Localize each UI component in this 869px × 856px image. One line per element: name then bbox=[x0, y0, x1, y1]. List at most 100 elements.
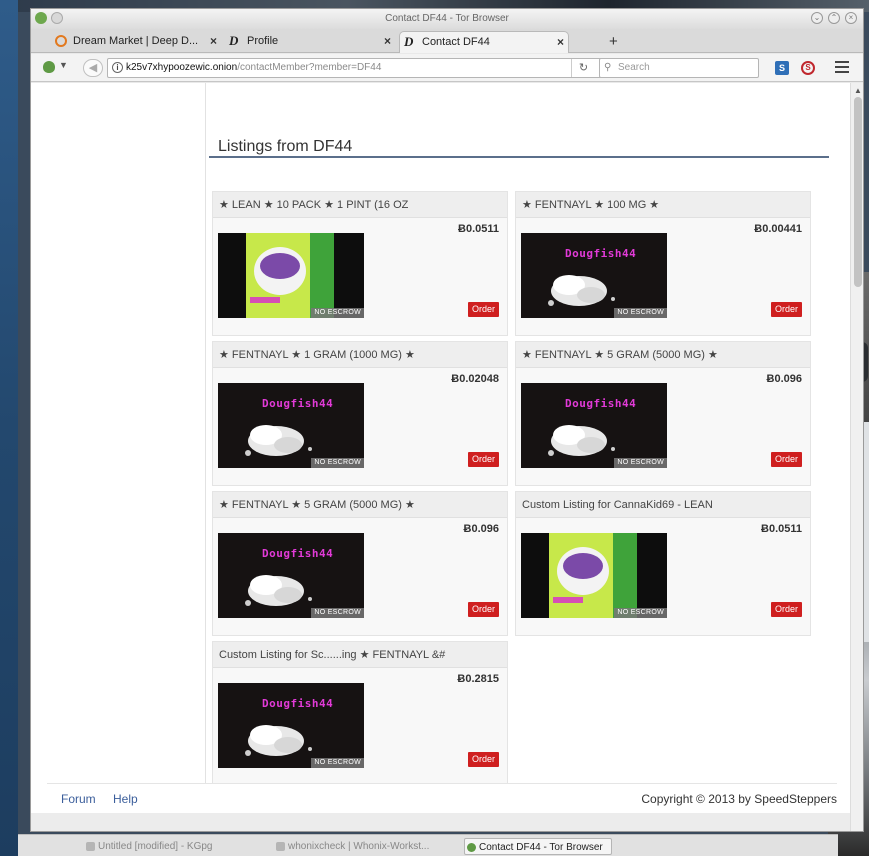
page-viewport: Listings from DF44 ★ LEAN ★ 10 PACK ★ 1 … bbox=[31, 83, 850, 831]
listing-price: Ƀ0.096 bbox=[766, 373, 802, 385]
page-bottom-strip bbox=[31, 813, 850, 831]
new-tab-button[interactable]: + bbox=[609, 33, 618, 50]
order-button[interactable]: Order bbox=[771, 302, 802, 317]
listing-card[interactable]: ★ FENTNAYL ★ 100 MG ★ Dougfish44 NO ESCROW… bbox=[515, 191, 811, 336]
listing-title[interactable]: ★ FENTNAYL ★ 5 GRAM (5000 MG) ★ bbox=[516, 342, 810, 368]
title-bar: Contact DF44 - Tor Browser ⌄ ⌃ × bbox=[31, 9, 863, 29]
window-controls: ⌄ ⌃ × bbox=[811, 12, 857, 24]
extension-s-icon[interactable]: S bbox=[775, 61, 789, 75]
taskbar-item-tor-browser[interactable]: Contact DF44 - Tor Browser bbox=[464, 838, 612, 855]
listing-thumbnail[interactable]: NO ESCROW bbox=[218, 233, 364, 318]
window-title: Contact DF44 - Tor Browser bbox=[385, 13, 509, 24]
back-arrow-icon[interactable]: ◀ bbox=[83, 59, 103, 77]
tor-onion-icon[interactable] bbox=[43, 61, 55, 73]
tab-profile[interactable]: D Profile × bbox=[225, 31, 395, 53]
search-input[interactable]: ⚲ Search bbox=[599, 58, 759, 78]
vertical-scrollbar[interactable]: ▲ bbox=[850, 83, 863, 831]
tab-contact-df44[interactable]: D Contact DF44 × bbox=[399, 31, 569, 53]
listing-thumbnail[interactable]: NO ESCROW bbox=[521, 533, 667, 618]
tab-label: Dream Market | Deep D... bbox=[73, 35, 199, 47]
url-host: k25v7xhypoozewic.onion bbox=[126, 62, 238, 73]
desktop-background-left bbox=[0, 0, 18, 856]
lean-cup-image bbox=[521, 533, 667, 618]
window-menu-icon[interactable] bbox=[51, 12, 63, 24]
no-escrow-badge: NO ESCROW bbox=[311, 308, 364, 318]
brand-watermark: Dougfish44 bbox=[565, 247, 637, 260]
menu-icon[interactable] bbox=[835, 61, 849, 76]
listing-card[interactable]: ★ FENTNAYL ★ 1 GRAM (1000 MG) ★ Dougfish4… bbox=[212, 341, 508, 486]
taskbar-item-kgpg[interactable]: Untitled [modified] - KGpg bbox=[84, 838, 213, 855]
brand-watermark: Dougfish44 bbox=[262, 547, 334, 560]
scroll-up-icon[interactable]: ▲ bbox=[854, 86, 862, 95]
maximize-icon[interactable]: ⌃ bbox=[828, 12, 840, 24]
listing-thumbnail[interactable]: Dougfish44 NO ESCROW bbox=[218, 533, 364, 618]
listing-card[interactable]: ★ FENTNAYL ★ 5 GRAM (5000 MG) ★ Dougfish4… bbox=[212, 491, 508, 636]
listing-price: Ƀ0.02048 bbox=[451, 373, 499, 385]
order-button[interactable]: Order bbox=[468, 752, 499, 767]
tab-label: Contact DF44 bbox=[422, 36, 490, 48]
sidebar-divider bbox=[205, 83, 206, 789]
order-button[interactable]: Order bbox=[468, 452, 499, 467]
listing-title[interactable]: ★ FENTNAYL ★ 5 GRAM (5000 MG) ★ bbox=[213, 492, 507, 518]
taskbar-item-whonixcheck[interactable]: whonixcheck | Whonix-Workst... bbox=[274, 838, 429, 855]
listing-price: Ƀ0.096 bbox=[463, 523, 499, 535]
reload-icon[interactable]: ↻ bbox=[571, 59, 595, 77]
noscript-icon[interactable]: S bbox=[801, 61, 815, 75]
minimize-icon[interactable]: ⌄ bbox=[811, 12, 823, 24]
tab-close-icon[interactable]: × bbox=[384, 31, 391, 51]
url-bar[interactable]: i k25v7xhypoozewic.onion/contactMember?m… bbox=[107, 58, 619, 78]
order-button[interactable]: Order bbox=[468, 302, 499, 317]
listing-thumbnail[interactable]: Dougfish44 NO ESCROW bbox=[521, 383, 667, 468]
no-escrow-badge: NO ESCROW bbox=[614, 608, 667, 618]
listing-price: Ƀ0.2815 bbox=[457, 673, 499, 685]
listing-card[interactable]: Custom Listing for CannaKid69 - LEAN NO E… bbox=[515, 491, 811, 636]
close-icon[interactable]: × bbox=[845, 12, 857, 24]
listing-price: Ƀ0.00441 bbox=[754, 223, 802, 235]
listing-title[interactable]: ★ FENTNAYL ★ 100 MG ★ bbox=[516, 192, 810, 218]
taskbar: Untitled [modified] - KGpg whonixcheck |… bbox=[18, 834, 838, 856]
d-logo-icon: D bbox=[404, 34, 414, 49]
tab-dream-market[interactable]: Dream Market | Deep D... × bbox=[51, 31, 221, 53]
powder-image bbox=[521, 383, 667, 468]
footer-link-help[interactable]: Help bbox=[113, 792, 138, 806]
no-escrow-badge: NO ESCROW bbox=[311, 458, 364, 468]
tor-onion-icon bbox=[35, 12, 47, 24]
no-escrow-badge: NO ESCROW bbox=[311, 608, 364, 618]
tab-close-icon[interactable]: × bbox=[210, 31, 217, 51]
order-button[interactable]: Order bbox=[771, 602, 802, 617]
listing-title[interactable]: ★ LEAN ★ 10 PACK ★ 1 PINT (16 OZ bbox=[213, 192, 507, 218]
tab-close-icon[interactable]: × bbox=[557, 32, 564, 52]
listing-title[interactable]: Custom Listing for CannaKid69 - LEAN bbox=[516, 492, 810, 518]
search-icon: ⚲ bbox=[604, 62, 612, 73]
scrollbar-thumb[interactable] bbox=[854, 97, 862, 287]
tab-bar: Dream Market | Deep D... × D Profile × D… bbox=[31, 29, 863, 53]
footer-link-forum[interactable]: Forum bbox=[61, 792, 96, 806]
listing-title[interactable]: Custom Listing for Sc......ing ★ FENTNAY… bbox=[213, 642, 507, 668]
listing-card[interactable]: ★ LEAN ★ 10 PACK ★ 1 PINT (16 OZ NO ESCRO… bbox=[212, 191, 508, 336]
listing-thumbnail[interactable]: Dougfish44 NO ESCROW bbox=[218, 383, 364, 468]
listing-card[interactable]: ★ FENTNAYL ★ 5 GRAM (5000 MG) ★ Dougfish4… bbox=[515, 341, 811, 486]
powder-image bbox=[218, 683, 364, 768]
copyright-text: Copyright © 2013 by SpeedSteppers bbox=[641, 792, 837, 806]
order-button[interactable]: Order bbox=[468, 602, 499, 617]
listing-card[interactable]: Custom Listing for Sc......ing ★ FENTNAY… bbox=[212, 641, 508, 786]
d-logo-icon: D bbox=[229, 33, 239, 48]
listing-price: Ƀ0.0511 bbox=[458, 223, 499, 235]
info-icon[interactable]: i bbox=[112, 62, 123, 73]
dream-market-icon bbox=[55, 35, 67, 47]
taskbar-item-label: Untitled [modified] - KGpg bbox=[98, 841, 213, 852]
page-title: Listings from DF44 bbox=[218, 138, 353, 155]
listing-thumbnail[interactable]: Dougfish44 NO ESCROW bbox=[521, 233, 667, 318]
browser-window: Contact DF44 - Tor Browser ⌄ ⌃ × Dream M… bbox=[30, 8, 864, 832]
whonix-icon bbox=[276, 842, 285, 851]
kgpg-icon bbox=[86, 842, 95, 851]
powder-image bbox=[521, 233, 667, 318]
order-button[interactable]: Order bbox=[771, 452, 802, 467]
window-menu-icons[interactable] bbox=[35, 12, 63, 24]
listing-title[interactable]: ★ FENTNAYL ★ 1 GRAM (1000 MG) ★ bbox=[213, 342, 507, 368]
brand-watermark: Dougfish44 bbox=[262, 397, 334, 410]
brand-watermark: Dougfish44 bbox=[262, 697, 334, 710]
chevron-down-icon[interactable]: ▼ bbox=[59, 60, 68, 70]
listing-thumbnail[interactable]: Dougfish44 NO ESCROW bbox=[218, 683, 364, 768]
no-escrow-badge: NO ESCROW bbox=[614, 308, 667, 318]
